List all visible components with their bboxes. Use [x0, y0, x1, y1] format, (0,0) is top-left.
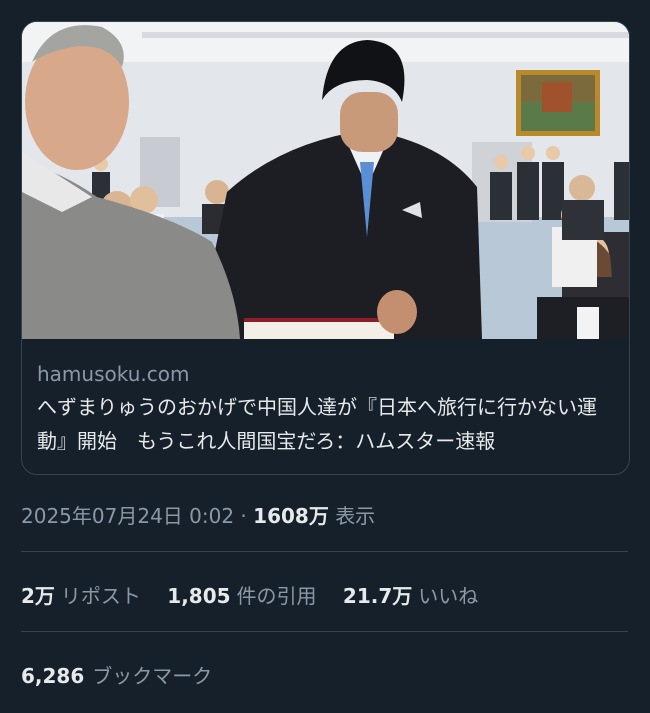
likes-stat[interactable]: 21.7万 いいね	[343, 580, 478, 609]
views-label: 表示	[335, 504, 376, 528]
reposts-stat[interactable]: 2万 リポスト	[21, 580, 141, 609]
likes-label: いいね	[418, 584, 479, 608]
likes-count: 21.7万	[342, 584, 413, 608]
link-card-image[interactable]	[22, 22, 629, 339]
engagement-stats: 2万 リポスト 1,805 件の引用 21.7万 いいね	[21, 580, 498, 609]
link-card-headline[interactable]: へずまりゅうのおかげで中国人達が『日本へ旅行に行かない運動』開始 もうこれ人間国…	[37, 390, 614, 458]
link-card[interactable]: hamusoku.com へずまりゅうのおかげで中国人達が『日本へ旅行に行かない…	[21, 21, 630, 475]
reposts-count: 2万	[21, 584, 55, 608]
bookmarks-count: 6,286	[21, 664, 85, 688]
quotes-label: 件の引用	[236, 584, 317, 608]
reposts-label: リポスト	[60, 584, 141, 608]
views-count: 1608万	[253, 504, 329, 528]
bookmarks-label: ブックマーク	[92, 664, 213, 688]
divider	[21, 631, 628, 632]
link-card-domain: hamusoku.com	[37, 362, 190, 386]
post-meta: 2025年07月24日 0:02 · 1608万 表示	[21, 500, 375, 529]
meta-separator: ·	[234, 504, 254, 528]
bookmarks-stat[interactable]: 6,286 ブックマーク	[21, 660, 212, 689]
post-datetime[interactable]: 2025年07月24日 0:02	[21, 504, 234, 528]
quotes-stat[interactable]: 1,805 件の引用	[167, 580, 316, 609]
quotes-count: 1,805	[167, 584, 231, 608]
divider	[21, 551, 628, 552]
